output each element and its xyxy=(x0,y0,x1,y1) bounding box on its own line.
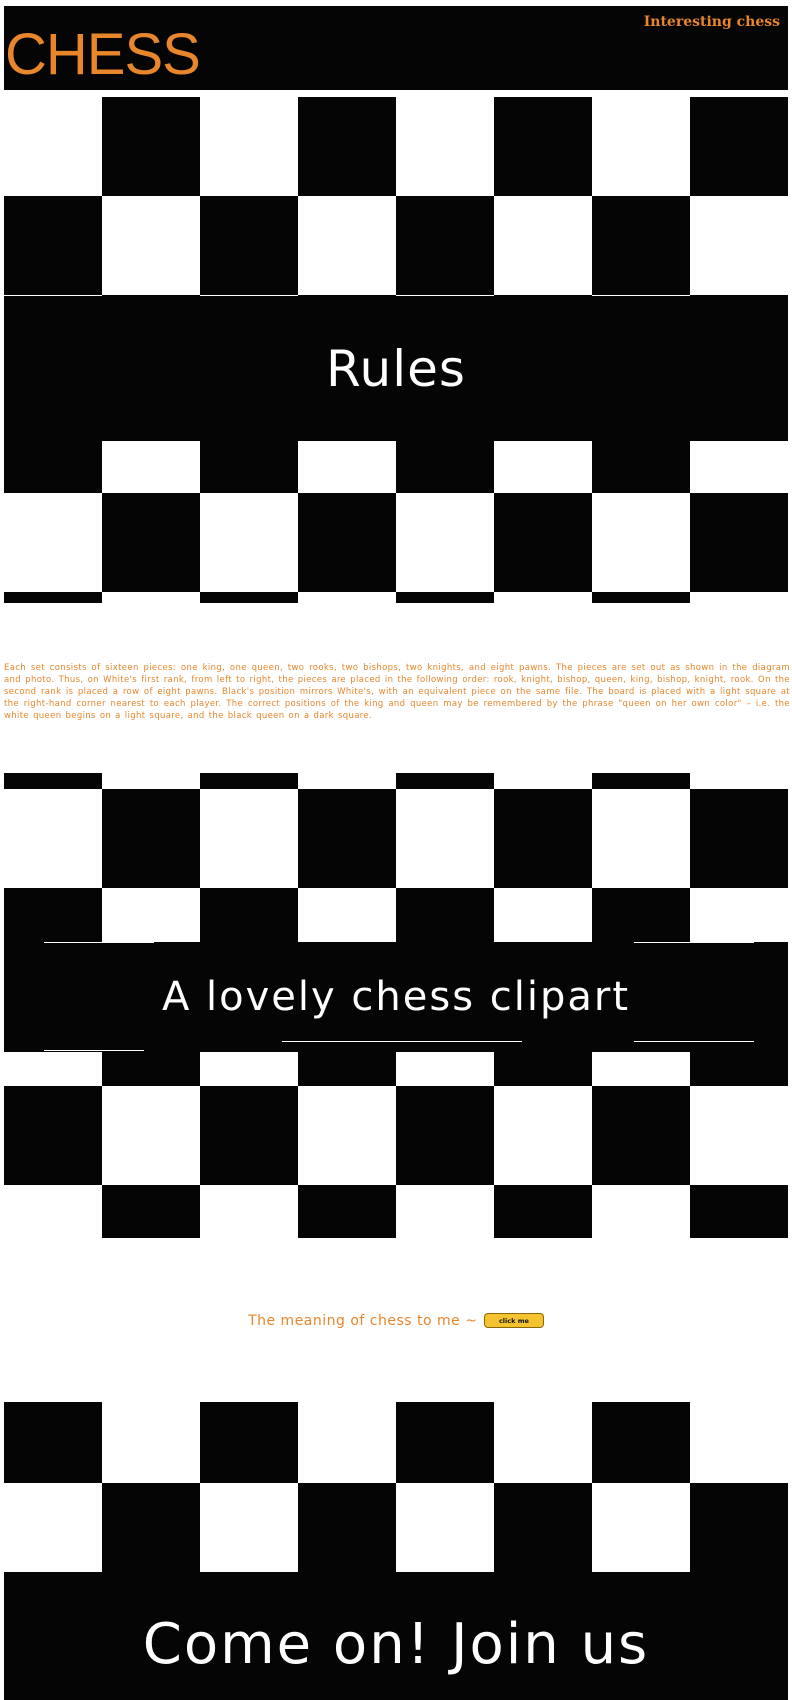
site-title: CHESS xyxy=(5,22,201,87)
board-square xyxy=(200,196,298,295)
site-tagline: Interesting chess xyxy=(643,14,780,30)
board-square xyxy=(592,592,690,603)
board-square xyxy=(396,1086,494,1185)
board-square xyxy=(396,196,494,295)
board-square xyxy=(298,97,396,196)
board-square xyxy=(200,1086,298,1185)
rules-heading: Rules xyxy=(326,339,466,398)
board-square xyxy=(494,1185,592,1238)
rules-paragraph: Each set consists of sixteen pieces: one… xyxy=(4,663,790,721)
clipart-heading: A lovely chess clipart xyxy=(161,974,631,1020)
board-square xyxy=(592,196,690,295)
board-square xyxy=(4,592,102,603)
banner-highlight-line xyxy=(634,1041,754,1042)
banner-highlight-line xyxy=(44,942,154,943)
board-square xyxy=(690,1483,788,1572)
join-heading: Come on! Join us xyxy=(142,1611,650,1677)
board-square xyxy=(298,789,396,888)
board-square xyxy=(396,773,494,789)
board-square xyxy=(494,493,592,592)
board-square xyxy=(102,493,200,592)
board-square xyxy=(592,773,690,789)
board-square xyxy=(592,1086,690,1185)
board-square xyxy=(690,493,788,592)
rules-banner: Rules xyxy=(4,296,788,441)
board-square xyxy=(690,789,788,888)
board-square xyxy=(494,789,592,888)
board-square xyxy=(102,1483,200,1572)
clipart-banner[interactable]: A lovely chess clipart xyxy=(4,942,788,1052)
board-square xyxy=(494,97,592,196)
board-square xyxy=(4,773,102,789)
banner-highlight-line xyxy=(282,1041,522,1042)
header-bar: CHESS Interesting chess xyxy=(4,6,788,90)
meaning-row: The meaning of chess to me ~ click me xyxy=(0,1312,792,1330)
banner-highlight-line xyxy=(634,942,754,943)
board-square xyxy=(4,1086,102,1185)
board-square xyxy=(102,1185,200,1238)
board-square xyxy=(690,97,788,196)
meaning-label: The meaning of chess to me ~ xyxy=(248,1312,478,1329)
banner-highlight-line xyxy=(44,1050,144,1051)
board-square xyxy=(4,1402,102,1483)
board-square xyxy=(592,1402,690,1483)
board-square xyxy=(396,592,494,603)
join-banner[interactable]: Come on! Join us xyxy=(4,1572,788,1700)
board-square xyxy=(4,196,102,295)
board-square xyxy=(200,1402,298,1483)
board-square xyxy=(102,789,200,888)
board-square xyxy=(298,1185,396,1238)
board-square xyxy=(102,97,200,196)
click-me-button[interactable]: click me xyxy=(483,1313,544,1329)
board-square xyxy=(494,1483,592,1572)
board-square xyxy=(298,1483,396,1572)
board-square xyxy=(200,592,298,603)
board-square xyxy=(690,1185,788,1238)
board-square xyxy=(298,493,396,592)
board-square xyxy=(396,1402,494,1483)
board-square xyxy=(200,773,298,789)
